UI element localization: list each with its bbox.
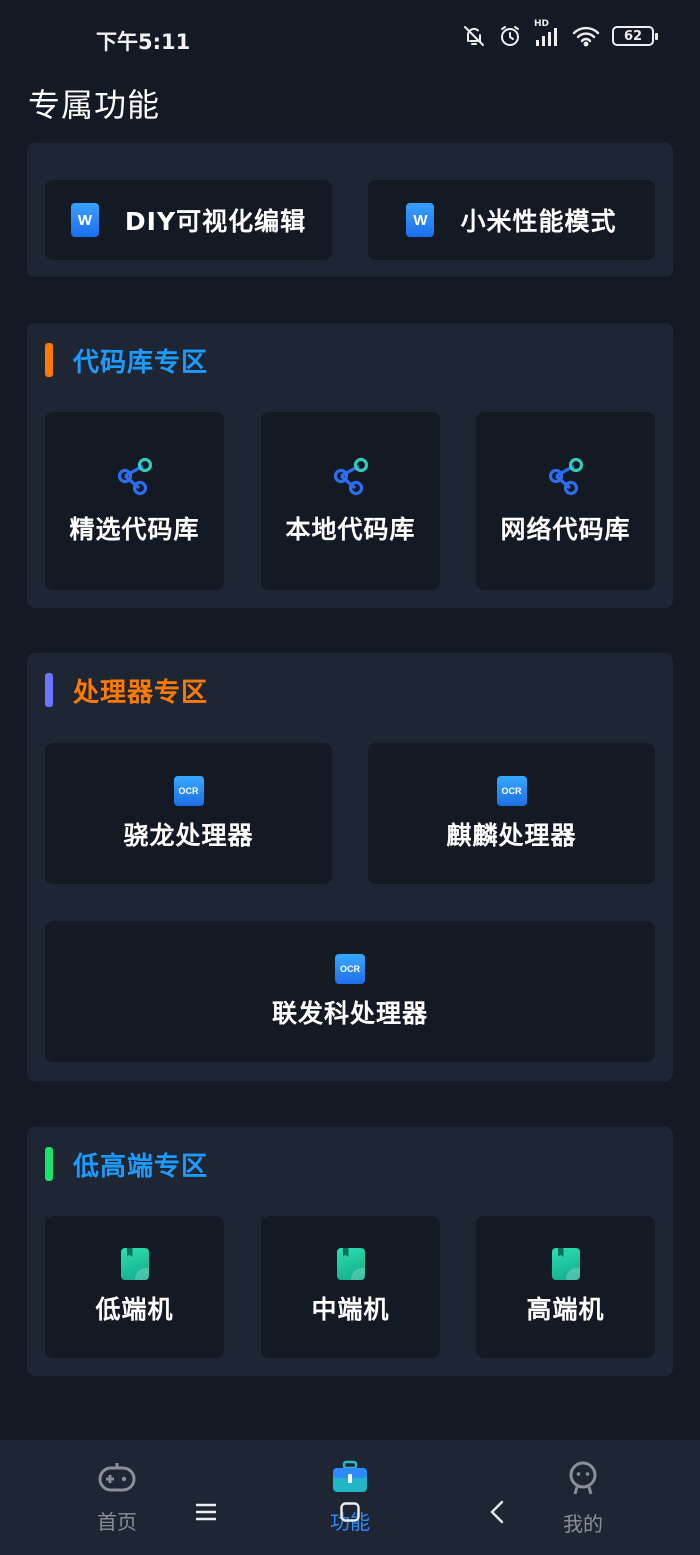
ocr-icon: OCR bbox=[496, 775, 527, 806]
top-card: W DIY可视化编辑 W 小米性能模式 bbox=[27, 143, 673, 277]
section-device-tiers: 低高端专区 低端机 中端机 高端机 bbox=[27, 1127, 673, 1376]
toolbox-icon bbox=[331, 1460, 369, 1498]
ocr-icon: OCR bbox=[335, 953, 365, 984]
tile-label: 精选代码库 bbox=[69, 515, 200, 544]
snapdragon-processor-button[interactable]: OCR 骁龙处理器 bbox=[45, 743, 332, 884]
local-code-library-button[interactable]: 本地代码库 bbox=[261, 412, 440, 590]
network-code-library-button[interactable]: 网络代码库 bbox=[476, 412, 655, 590]
alarm-clock-icon bbox=[498, 24, 522, 48]
tile-label: 低端机 bbox=[95, 1295, 174, 1324]
nav-item-profile[interactable]: 我的 bbox=[523, 1460, 643, 1537]
tile-label: 麒麟处理器 bbox=[446, 820, 577, 850]
section-title: 处理器专区 bbox=[73, 677, 209, 708]
nav-item-home[interactable]: 首页 bbox=[57, 1460, 177, 1535]
battery-icon: 62 bbox=[612, 26, 658, 46]
share-icon bbox=[115, 456, 155, 500]
high-end-device-button[interactable]: 高端机 bbox=[476, 1216, 655, 1358]
tile-label: 小米性能模式 bbox=[460, 207, 617, 236]
low-end-device-button[interactable]: 低端机 bbox=[45, 1216, 224, 1358]
tile-label: 联发科处理器 bbox=[271, 998, 428, 1028]
tile-label: 骁龙处理器 bbox=[123, 820, 254, 850]
diy-visual-edit-button[interactable]: W DIY可视化编辑 bbox=[45, 180, 332, 260]
section-header: 低高端专区 bbox=[45, 1147, 209, 1182]
cellular-signal-icon: HD bbox=[534, 19, 560, 47]
word-doc-icon: W bbox=[406, 203, 435, 237]
tile-label: DIY可视化编辑 bbox=[124, 207, 307, 236]
section-title: 代码库专区 bbox=[73, 347, 209, 378]
page-title: 专属功能 bbox=[28, 86, 161, 124]
mediatek-processor-button[interactable]: OCR 联发科处理器 bbox=[45, 921, 655, 1062]
tile-label: 网络代码库 bbox=[500, 515, 631, 544]
bottom-nav: 首页 功能 我的 bbox=[0, 1440, 700, 1555]
system-back-button[interactable] bbox=[490, 1500, 504, 1528]
gamepad-icon bbox=[97, 1460, 137, 1498]
section-accent-bar bbox=[45, 673, 53, 707]
word-doc-icon: W bbox=[70, 203, 99, 237]
book-icon bbox=[336, 1248, 365, 1280]
section-title: 低高端专区 bbox=[73, 1151, 209, 1182]
selected-code-library-button[interactable]: 精选代码库 bbox=[45, 412, 224, 590]
battery-level: 62 bbox=[623, 28, 643, 44]
section-accent-bar bbox=[45, 1147, 53, 1181]
share-icon bbox=[331, 456, 371, 500]
status-bar: 下午5:11 HD 62 bbox=[0, 0, 700, 78]
section-accent-bar bbox=[45, 343, 53, 377]
section-header: 代码库专区 bbox=[45, 343, 209, 378]
wifi-icon bbox=[572, 25, 600, 47]
status-icons: HD 62 bbox=[462, 19, 658, 48]
nav-label: 首页 bbox=[97, 1510, 137, 1534]
system-home-button[interactable] bbox=[340, 1502, 360, 1526]
xiaomi-performance-mode-button[interactable]: W 小米性能模式 bbox=[368, 180, 655, 260]
tile-label: 高端机 bbox=[526, 1295, 605, 1324]
ocr-icon: OCR bbox=[173, 775, 204, 806]
nav-label: 我的 bbox=[563, 1512, 603, 1536]
share-icon bbox=[546, 456, 586, 500]
robot-face-icon bbox=[565, 1460, 601, 1500]
tile-label: 中端机 bbox=[311, 1295, 390, 1324]
mid-range-device-button[interactable]: 中端机 bbox=[261, 1216, 440, 1358]
mute-bell-icon bbox=[462, 24, 486, 48]
book-icon bbox=[120, 1248, 149, 1280]
system-menu-button[interactable] bbox=[195, 1502, 217, 1526]
section-header: 处理器专区 bbox=[45, 673, 209, 708]
book-icon bbox=[551, 1248, 580, 1280]
hd-label: HD bbox=[534, 19, 550, 29]
section-processors: 处理器专区 OCR 骁龙处理器 OCR 麒麟处理器 OCR 联发科处理器 bbox=[27, 653, 673, 1081]
status-time: 下午5:11 bbox=[96, 30, 191, 54]
kirin-processor-button[interactable]: OCR 麒麟处理器 bbox=[368, 743, 655, 884]
section-code-library: 代码库专区 精选代码库 本地代码库 网络代码库 bbox=[27, 323, 673, 608]
tile-label: 本地代码库 bbox=[285, 515, 416, 544]
